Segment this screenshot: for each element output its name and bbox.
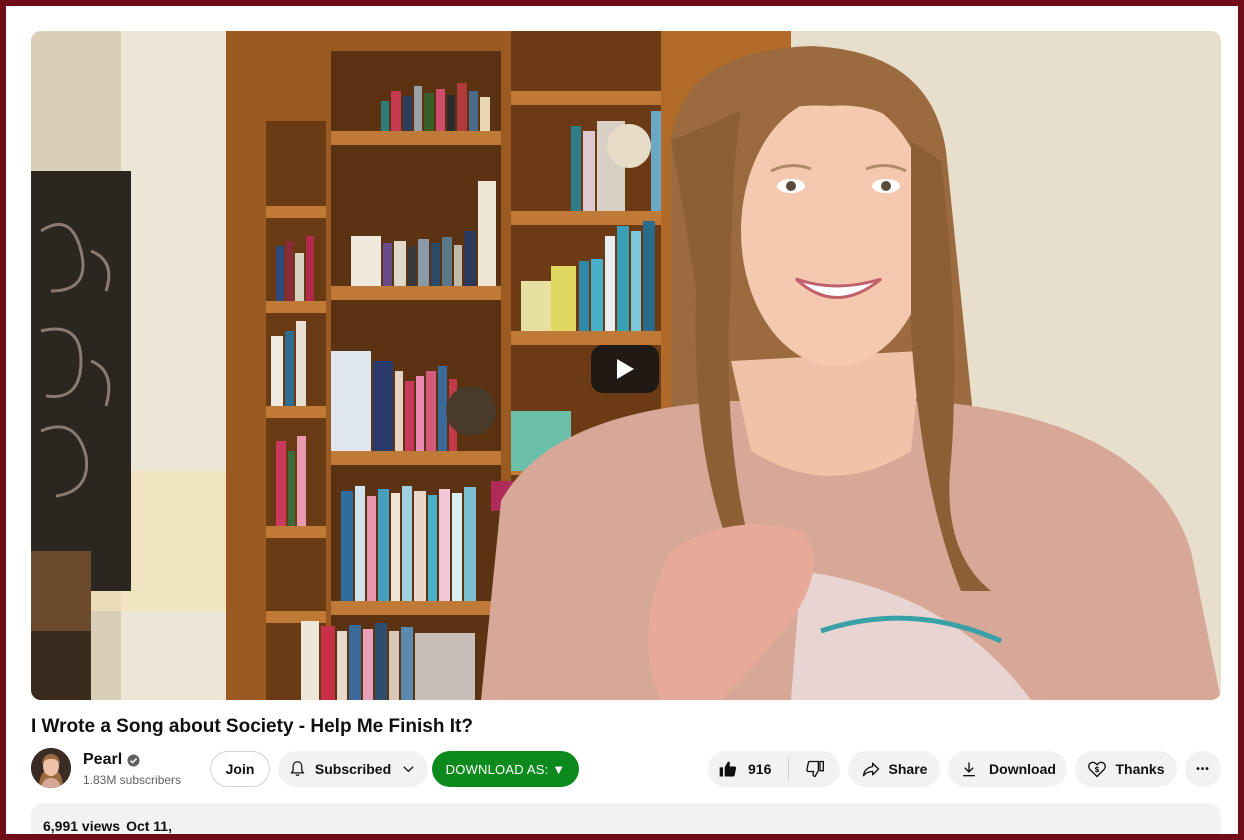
- share-button[interactable]: Share: [848, 751, 940, 787]
- youtube-watch-page: I Wrote a Song about Society - Help Me F…: [6, 6, 1238, 834]
- thanks-label: Thanks: [1115, 761, 1165, 777]
- description-meta: 6,991 views Oct 11,: [43, 818, 172, 834]
- channel-name-text: Pearl: [83, 751, 123, 768]
- subscriber-count: 1.83M subscribers: [83, 773, 182, 787]
- thanks-heart-icon: $: [1088, 761, 1107, 778]
- download-as-label: DOWNLOAD AS: ▼: [445, 761, 566, 777]
- video-player[interactable]: [31, 31, 1221, 700]
- like-count: 916: [748, 761, 772, 777]
- subscribed-label: Subscribed: [314, 761, 392, 777]
- bell-icon: [290, 761, 305, 777]
- play-icon: [617, 359, 634, 379]
- svg-text:$: $: [1095, 765, 1100, 774]
- chevron-down-icon: [403, 766, 414, 773]
- verified-check-icon: [127, 753, 140, 767]
- dislike-button[interactable]: [789, 751, 840, 787]
- more-icon: •••: [1196, 763, 1210, 775]
- thanks-button[interactable]: $ Thanks: [1075, 751, 1177, 787]
- thumbs-down-icon: [805, 760, 824, 778]
- like-dislike-group: 916: [708, 751, 840, 787]
- join-button[interactable]: Join: [210, 751, 270, 787]
- subscribed-button[interactable]: Subscribed: [278, 751, 428, 787]
- channel-avatar[interactable]: [31, 748, 71, 788]
- video-title: I Wrote a Song about Society - Help Me F…: [31, 716, 473, 737]
- download-icon: [963, 762, 975, 777]
- upload-date: Oct 11,: [126, 818, 172, 834]
- video-actions-row: Pearl 1.83M subscribers Join Subscribed …: [31, 747, 1221, 791]
- share-arrow-icon: [862, 762, 879, 777]
- download-as-button[interactable]: DOWNLOAD AS: ▼: [432, 751, 579, 787]
- download-label: Download: [989, 761, 1056, 777]
- play-button[interactable]: [591, 345, 659, 393]
- join-label: Join: [225, 761, 255, 777]
- channel-name[interactable]: Pearl: [83, 751, 140, 769]
- like-button[interactable]: 916: [708, 751, 788, 787]
- share-label: Share: [888, 761, 928, 777]
- description-box[interactable]: 6,991 views Oct 11,: [31, 803, 1221, 834]
- view-count: 6,991 views: [43, 818, 121, 834]
- thumbs-up-icon: [719, 761, 737, 777]
- more-actions-button[interactable]: •••: [1185, 751, 1221, 787]
- download-button[interactable]: Download: [948, 751, 1067, 787]
